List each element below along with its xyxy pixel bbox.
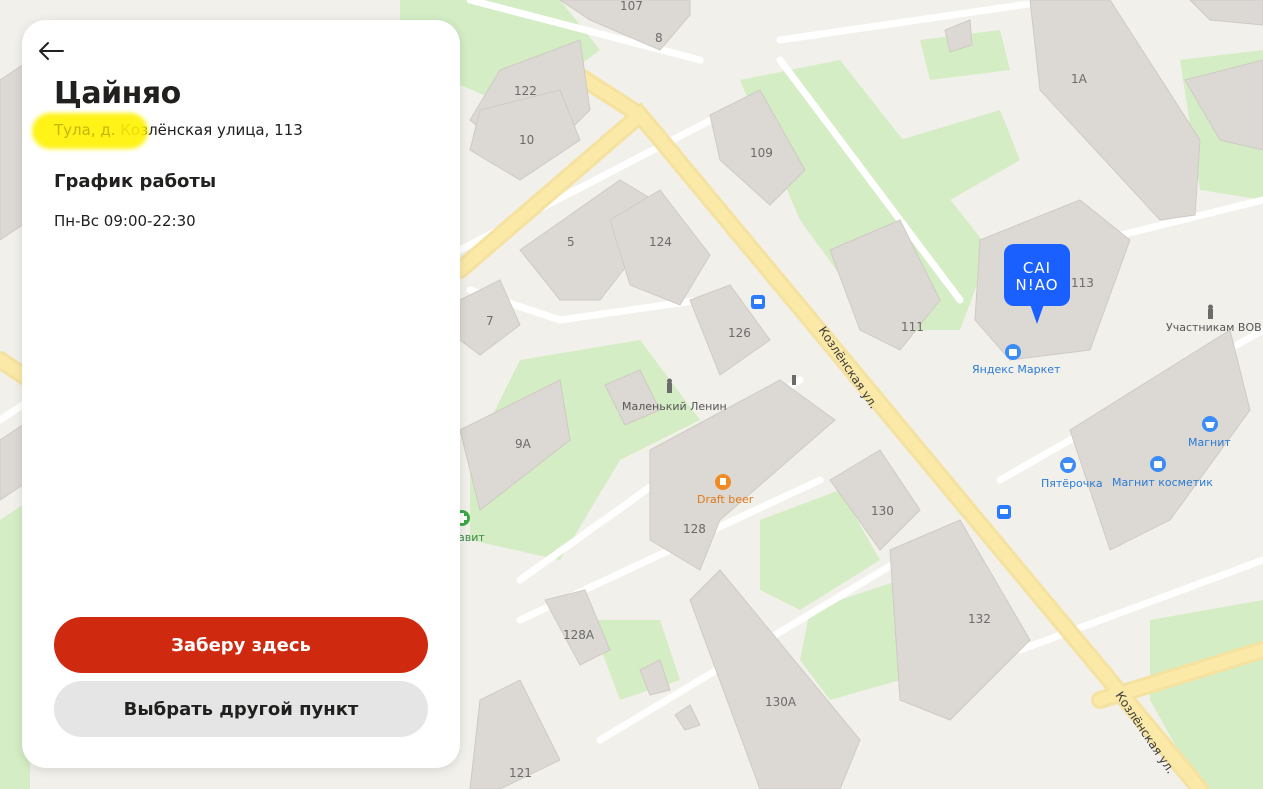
address-city-redacted: Тула, д. xyxy=(54,121,116,139)
building-number: 113 xyxy=(1071,276,1094,290)
schedule-title: График работы xyxy=(54,171,217,192)
building-number: 121 xyxy=(509,766,532,780)
shopping-basket-icon[interactable] xyxy=(1060,457,1076,473)
building-number: 130 xyxy=(871,504,894,518)
building-number: 124 xyxy=(649,235,672,249)
poi-label-magnit-cosmetic: Магнит косметик xyxy=(1112,476,1213,489)
poi-label-magnit: Магнит xyxy=(1188,436,1231,449)
poi-label-lenin: Маленький Ленин xyxy=(622,400,727,413)
pickup-address: Тула, д. Козлёнская улица, 113 xyxy=(54,121,303,139)
building-number: 9А xyxy=(515,437,532,451)
building-number: 10 xyxy=(519,133,534,147)
building-number: 109 xyxy=(750,146,773,160)
building-number: 111 xyxy=(901,320,924,334)
building-number: 7 xyxy=(486,314,494,328)
shop-bag-icon[interactable] xyxy=(1005,344,1021,360)
building-number: 122 xyxy=(514,84,537,98)
bus-stop-icon[interactable] xyxy=(751,295,765,309)
page-title: Цайняо xyxy=(54,76,181,111)
building-number: 128 xyxy=(683,522,706,536)
back-button[interactable] xyxy=(34,34,68,68)
monument-icon xyxy=(792,375,796,385)
marker-logo-line1: CAI xyxy=(1023,259,1051,277)
bar-icon[interactable] xyxy=(715,474,731,490)
poi-label-pyaterochka: Пятёрочка xyxy=(1041,477,1103,490)
building-number: 8 xyxy=(655,31,663,45)
choose-another-point-button[interactable]: Выбрать другой пункт xyxy=(54,681,428,737)
poi-label-yandex-market: Яндекс Маркет xyxy=(972,363,1061,376)
shopping-basket-icon[interactable] xyxy=(1202,416,1218,432)
shop-bag-icon[interactable] xyxy=(1150,456,1166,472)
building-number: 126 xyxy=(728,326,751,340)
monument-icon[interactable] xyxy=(1208,304,1213,320)
poi-label-draft-beer: Draft beer xyxy=(697,493,754,506)
marker-logo-line2: N!AO xyxy=(1015,276,1058,294)
pickup-point-panel: Цайняо Тула, д. Козлёнская улица, 113 Гр… xyxy=(22,20,460,768)
building-number: 1А xyxy=(1071,72,1088,86)
building-number: 107 xyxy=(620,0,643,13)
arrow-left-icon xyxy=(39,42,64,60)
poi-label-vov: Участникам ВОВ xyxy=(1166,321,1262,334)
schedule-hours: Пн-Вс 09:00-22:30 xyxy=(54,212,196,230)
building-number: 128А xyxy=(563,628,595,642)
monument-icon[interactable] xyxy=(667,378,672,394)
bus-stop-icon[interactable] xyxy=(997,505,1011,519)
building-number: 130А xyxy=(765,695,797,709)
building-number: 132 xyxy=(968,612,991,626)
building-number: 5 xyxy=(567,235,575,249)
pickup-here-button[interactable]: Заберу здесь xyxy=(54,617,428,673)
